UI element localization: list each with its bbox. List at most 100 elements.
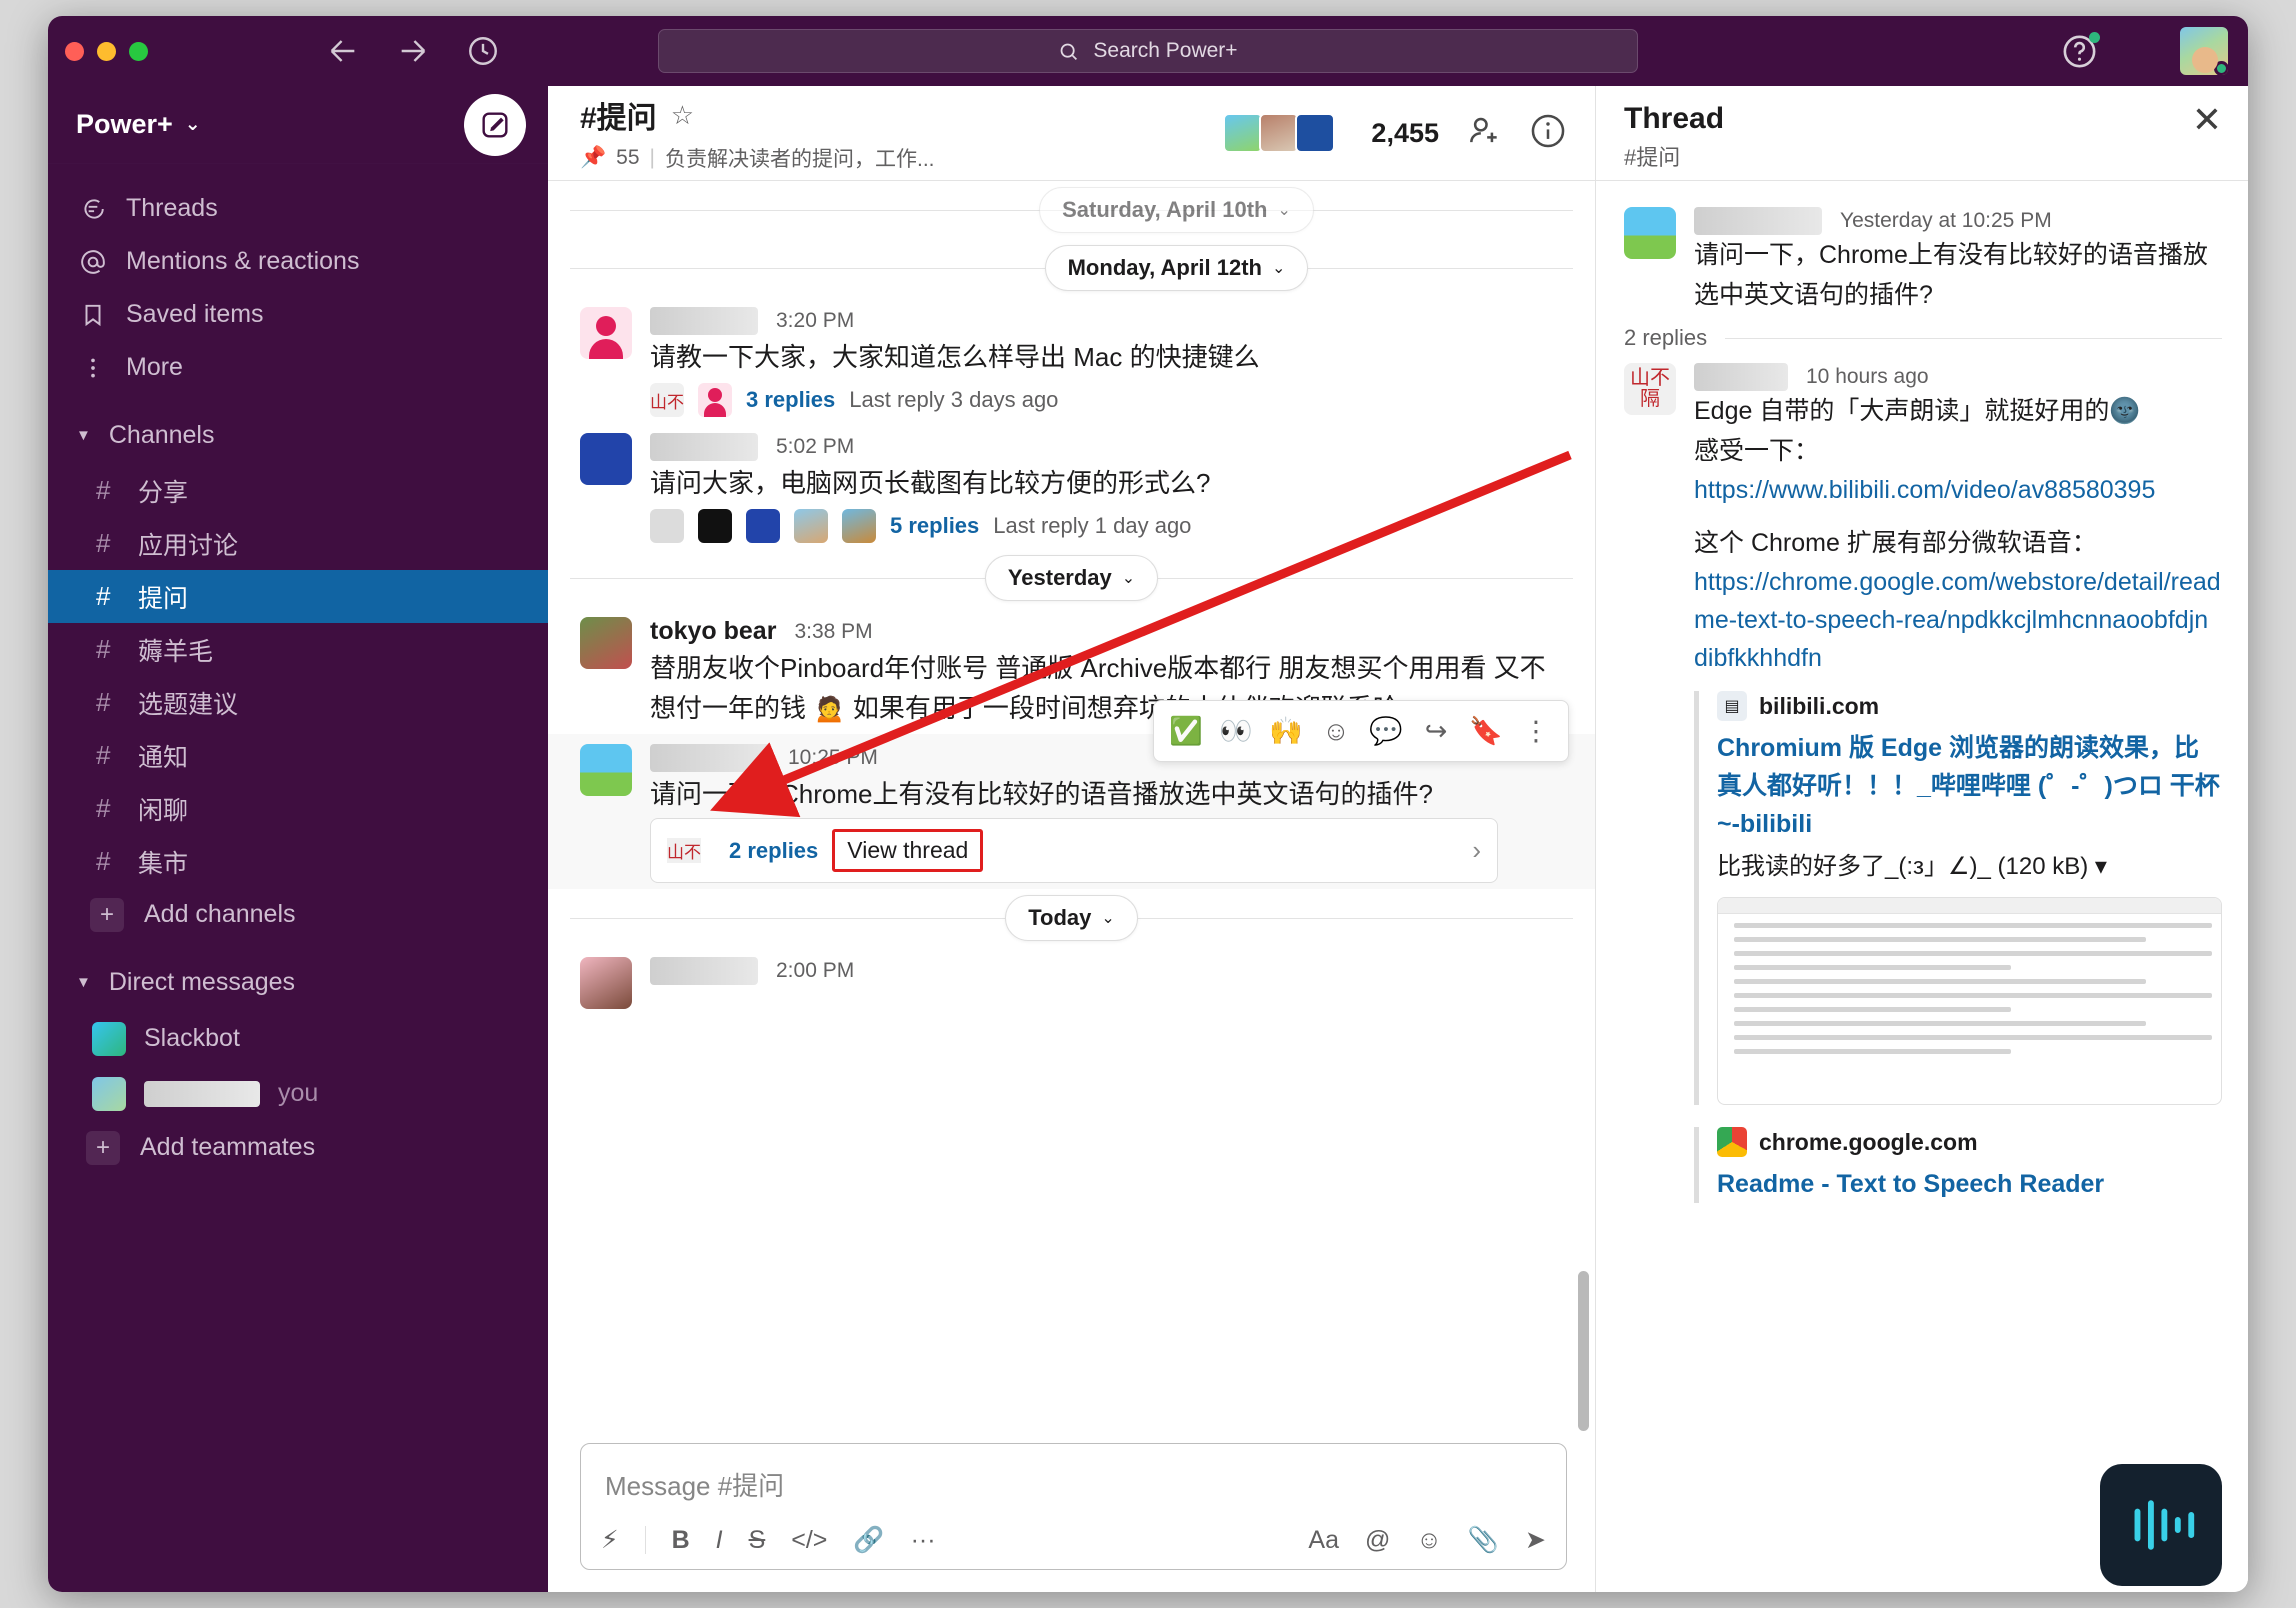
add-teammates-button[interactable]: + Add teammates [48, 1121, 548, 1174]
mention-icon[interactable]: @ [1365, 1526, 1390, 1555]
message-row-hovered[interactable]: ✅ 👀 🙌 ☺ 💬 ↪ 🔖 ⋮ 10:25 PM [548, 734, 1595, 889]
clock-icon[interactable] [466, 34, 500, 68]
sidebar-channel-yingyongtaolun[interactable]: #应用讨论 [48, 517, 548, 570]
sidebar-channel-tiwen[interactable]: #提问 [48, 570, 548, 623]
workspace-header[interactable]: Power+ ⌄ [48, 86, 548, 164]
message-input[interactable]: Message #提问 [581, 1444, 1566, 1519]
link-icon[interactable]: 🔗 [853, 1526, 884, 1555]
reply-count[interactable]: 5 replies [890, 513, 979, 539]
sidebar-item-threads[interactable]: Threads [48, 182, 548, 235]
back-icon[interactable] [326, 34, 360, 68]
reaction-check-icon[interactable]: ✅ [1164, 709, 1208, 753]
strikethrough-icon[interactable]: S [749, 1526, 766, 1555]
minimize-window-button[interactable] [97, 42, 116, 61]
add-channels-button[interactable]: +Add channels [48, 888, 548, 941]
reply-count[interactable]: 3 replies [746, 387, 835, 413]
channel-title-button[interactable]: #提问 ☆ [580, 93, 935, 137]
code-icon[interactable]: </> [791, 1526, 827, 1555]
member-facepile[interactable] [1227, 113, 1335, 153]
sidebar-channel-jishi[interactable]: #集市 [48, 835, 548, 888]
message-author[interactable]: tokyo bear [650, 617, 776, 646]
reaction-raised-hands-icon[interactable]: 🙌 [1264, 709, 1308, 753]
message-row[interactable]: 5:02 PM 请问大家，电脑网页长截图有比较方便的形式么? 5 replies… [548, 423, 1595, 549]
attach-icon[interactable]: 📎 [1468, 1526, 1499, 1555]
reply-in-thread-icon[interactable]: 💬 [1364, 709, 1408, 753]
sidebar-channel-xianliao[interactable]: #闲聊 [48, 782, 548, 835]
window-controls[interactable] [65, 42, 148, 61]
message-row[interactable]: 2:00 PM [548, 947, 1595, 1015]
message-hover-toolbar[interactable]: ✅ 👀 🙌 ☺ 💬 ↪ 🔖 ⋮ [1153, 700, 1569, 762]
help-icon[interactable] [2061, 33, 2098, 70]
thread-channel[interactable]: #提问 [1624, 140, 1724, 172]
thread-root-message[interactable]: Yesterday at 10:25 PM 请问一下，Chrome上有没有比较好… [1624, 203, 2222, 315]
sidebar-item-mentions[interactable]: Mentions & reactions [48, 235, 548, 288]
pin-count[interactable]: 55 [616, 146, 639, 170]
sidebar-item-more[interactable]: More [48, 341, 548, 394]
member-count[interactable]: 2,455 [1371, 118, 1439, 149]
thread-reply-bar[interactable]: 5 replies Last reply 1 day ago [650, 509, 1567, 543]
more-actions-icon[interactable]: ⋮ [1514, 709, 1558, 753]
add-reaction-icon[interactable]: ☺ [1314, 709, 1358, 753]
view-thread-bar[interactable]: 山不 2 replies View thread › [650, 818, 1498, 883]
search-input[interactable]: Search Power+ [658, 29, 1638, 73]
link-unfurl-bilibili[interactable]: ▤ bilibili.com Chromium 版 Edge 浏览器的朗读效果，… [1694, 691, 2222, 1105]
composer-toolbar[interactable]: ⚡ B I S </> 🔗 ··· Aa @ ☺ 📎 ➤ [581, 1519, 1566, 1569]
channel-topic[interactable]: 负责解决读者的提问，工作... [665, 143, 935, 173]
sidebar-channel-xuantijianyi[interactable]: #选题建议 [48, 676, 548, 729]
reply-link-chrome-webstore[interactable]: https://chrome.google.com/webstore/detai… [1694, 563, 2222, 677]
bold-icon[interactable]: B [672, 1526, 690, 1555]
star-icon[interactable]: ☆ [671, 100, 694, 131]
avatar[interactable] [580, 433, 632, 485]
sidebar-channel-fenxiang[interactable]: #分享 [48, 464, 548, 517]
info-icon[interactable] [1529, 112, 1567, 155]
message-scrollbar[interactable] [1578, 1271, 1589, 1431]
sidebar-item-saved[interactable]: Saved items [48, 288, 548, 341]
add-person-icon[interactable] [1465, 112, 1503, 155]
channels-section-header[interactable]: ▼ Channels [48, 406, 548, 464]
avatar[interactable] [580, 307, 632, 359]
dm-section-header[interactable]: ▼ Direct messages [48, 953, 548, 1011]
more-formatting-icon[interactable]: ··· [911, 1526, 936, 1555]
date-pill[interactable]: Yesterday⌄ [985, 555, 1158, 601]
avatar[interactable] [580, 617, 632, 669]
workspace-name-button[interactable]: Power+ ⌄ [76, 109, 201, 140]
avatar[interactable] [580, 744, 632, 796]
date-pill[interactable]: Today⌄ [1005, 895, 1138, 941]
unfurl-title[interactable]: Readme - Text to Speech Reader [1717, 1165, 2222, 1203]
forward-icon[interactable] [396, 34, 430, 68]
italic-icon[interactable]: I [716, 1526, 723, 1555]
lightning-icon[interactable]: ⚡ [601, 1525, 619, 1555]
unfurl-preview-image[interactable] [1717, 897, 2222, 1105]
message-row[interactable]: 3:20 PM 请教一下大家，大家知道怎么样导出 Mac 的快捷键么 山不 3 … [548, 297, 1595, 423]
save-message-icon[interactable]: 🔖 [1464, 709, 1508, 753]
thread-reply-bar[interactable]: 山不 3 replies Last reply 3 days ago [650, 383, 1567, 417]
user-avatar[interactable] [2178, 25, 2230, 77]
formatting-toggle-icon[interactable]: Aa [1308, 1526, 1339, 1555]
avatar[interactable] [580, 957, 632, 1009]
message-composer[interactable]: Message #提问 ⚡ B I S </> 🔗 ··· Aa @ ☺ 📎 [580, 1443, 1567, 1570]
date-pill[interactable]: Monday, April 12th⌄ [1045, 245, 1309, 291]
thread-body[interactable]: Yesterday at 10:25 PM 请问一下，Chrome上有没有比较好… [1596, 181, 2248, 1592]
link-unfurl-chrome[interactable]: chrome.google.com Readme - Text to Speec… [1694, 1127, 2222, 1203]
send-icon[interactable]: ➤ [1525, 1525, 1546, 1555]
date-pill[interactable]: Saturday, April 10th⌄ [1039, 187, 1314, 233]
reply-count[interactable]: 2 replies [729, 838, 818, 864]
unfurl-title[interactable]: Chromium 版 Edge 浏览器的朗读效果，比真人都好听！！！_哔哩哔哩 … [1717, 729, 2222, 843]
avatar[interactable] [1624, 207, 1676, 259]
maximize-window-button[interactable] [129, 42, 148, 61]
close-icon[interactable]: ✕ [2192, 102, 2222, 138]
reaction-eyes-icon[interactable]: 👀 [1214, 709, 1258, 753]
share-message-icon[interactable]: ↪ [1414, 709, 1458, 753]
emoji-icon[interactable]: ☺ [1416, 1526, 1442, 1555]
sidebar-channel-tongzhi[interactable]: #通知 [48, 729, 548, 782]
view-thread-button[interactable]: View thread [832, 829, 983, 872]
reply-link-bilibili[interactable]: https://www.bilibili.com/video/av8858039… [1694, 471, 2222, 509]
close-window-button[interactable] [65, 42, 84, 61]
avatar[interactable]: 山不隔 [1624, 363, 1676, 415]
dm-item-self[interactable]: you [48, 1066, 548, 1121]
thread-reply-message[interactable]: 山不隔 10 hours ago Edge 自带的「大声朗读」就挺好用的🌚 感受… [1624, 359, 2222, 1203]
compose-button[interactable] [464, 94, 526, 156]
dm-item-slackbot[interactable]: Slackbot [48, 1011, 548, 1066]
sidebar-channel-haoyangmao[interactable]: #薅羊毛 [48, 623, 548, 676]
message-list[interactable]: Saturday, April 10th⌄ Monday, April 12th… [548, 181, 1595, 1443]
